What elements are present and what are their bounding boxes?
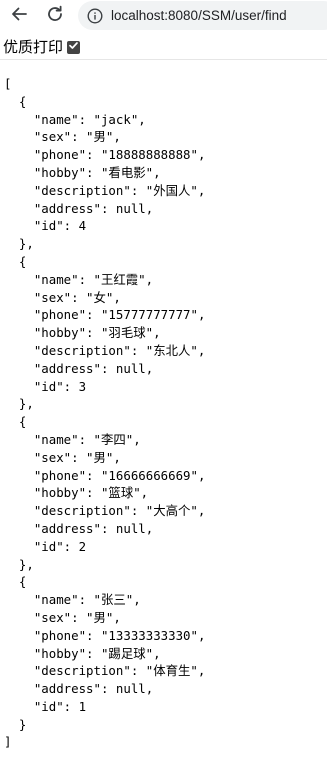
pretty-print-label: 优质打印 [3,38,64,56]
json-line: "phone": "18888888888", [4,147,206,163]
json-line: "hobby": "羽毛球", [4,325,161,341]
json-line: "name": "jack", [4,111,146,127]
json-line: "address": null, [4,360,154,376]
json-line: "hobby": "看电影", [4,164,161,180]
json-line: { [4,574,27,590]
json-line: { [4,253,27,269]
json-line: }, [4,396,34,412]
json-line: }, [4,236,34,252]
json-line: "name": "李四", [4,431,141,447]
json-line: "hobby": "踢足球", [4,645,161,661]
json-line: "sex": "男", [4,609,121,625]
json-line: "address": null, [4,681,154,697]
json-line: "name": "王红霞", [4,271,154,287]
json-line: "id": 4 [4,218,87,234]
json-output: [ { "name": "jack", "sex": "男", "phone":… [4,75,205,751]
json-line: "phone": "13333333330", [4,627,206,643]
json-line: "phone": "16666666669", [4,467,206,483]
info-icon[interactable] [87,7,103,24]
divider [0,59,327,60]
json-line: [ [4,76,12,91]
json-line: "hobby": "篮球", [4,485,149,501]
json-line: "description": "东北人", [4,342,206,358]
json-line: "address": null, [4,200,154,216]
json-line: { [4,414,27,430]
pretty-print-bar: 优质打印 [0,35,327,59]
json-line: "id": 1 [4,698,87,714]
json-line: { [4,93,27,109]
address-bar[interactable]: localhost:8080/SSM/user/find [78,1,327,30]
json-line: "sex": "男", [4,449,121,465]
json-line: "name": "张三", [4,592,141,608]
json-line: "address": null, [4,520,154,536]
url-text: localhost:8080/SSM/user/find [111,8,287,23]
json-line: "sex": "男", [4,129,121,145]
json-line: "phone": "15777777777", [4,307,206,323]
json-line: "sex": "女", [4,289,121,305]
json-line: "description": "外国人", [4,182,206,198]
json-line: "description": "大高个", [4,503,206,519]
reload-icon [45,4,65,29]
json-line: "id": 3 [4,378,87,394]
browser-toolbar: localhost:8080/SSM/user/find [0,0,327,32]
json-line: ] [4,734,12,750]
checkmark-icon [68,38,79,56]
back-button[interactable] [4,1,34,31]
json-line: }, [4,556,34,572]
json-line: "id": 2 [4,538,87,554]
pretty-print-checkbox[interactable] [67,38,81,56]
arrow-left-icon [9,4,29,29]
reload-button[interactable] [40,1,70,31]
json-line: } [4,716,27,732]
json-line: "description": "体育生", [4,663,206,679]
